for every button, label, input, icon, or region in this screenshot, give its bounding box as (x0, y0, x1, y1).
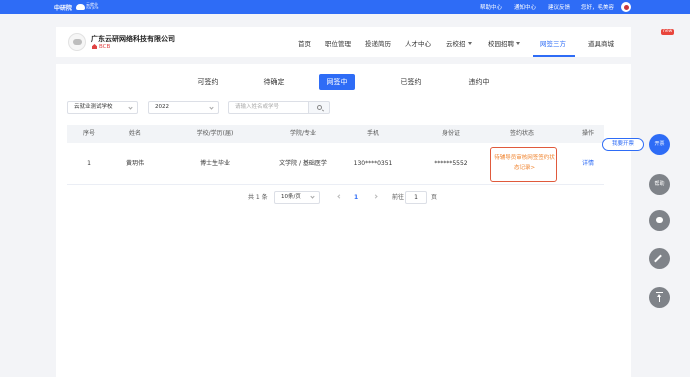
main-panel: 可签约 待确定 网签中 已签约 违约中 云就业测试学校 2022 请输入姓名或学… (56, 64, 631, 377)
cell-name: 黄玥伟 (125, 160, 144, 167)
chevron-down-icon (310, 194, 315, 199)
table-row: 1 黄玥伟 博士生毕业 文学院 / 基础医学 130****0351 *****… (67, 143, 604, 185)
detail-link[interactable]: 详情 (576, 143, 600, 185)
nav-home[interactable]: 首页 (298, 38, 311, 48)
new-badge: new (661, 29, 675, 35)
chevron-down-icon (516, 42, 520, 45)
cloud-icon (76, 4, 85, 10)
edit-fab-button[interactable] (649, 248, 670, 269)
company-tag-text: BCB (99, 44, 111, 50)
nav-received-resumes[interactable]: 投递简历 (365, 38, 391, 48)
chevron-down-icon (467, 42, 472, 45)
tab-pending[interactable]: 待确定 (259, 74, 289, 90)
total-count: 共 1 条 (248, 194, 268, 201)
nav-cloud-campus-label: 云校招 (446, 40, 466, 48)
col-phone: 手机 (366, 130, 379, 137)
tab-signed[interactable]: 已签约 (396, 74, 426, 90)
prev-page-icon[interactable] (337, 194, 342, 199)
arrow-up-icon (656, 292, 663, 303)
page-size-select[interactable]: 10条/页 (274, 191, 320, 204)
nav-props-store[interactable]: 道具商城 (588, 38, 614, 48)
company-tag: BCB (92, 44, 110, 50)
page-size-value: 10条/页 (281, 194, 301, 200)
top-bar: 中研院 云就业 YUN JIUYE 帮助中心 通知中心 建议反馈 您好，毛美容 (0, 0, 690, 14)
year-select-value: 2022 (155, 104, 169, 110)
avatar-icon (624, 5, 629, 10)
back-to-top-button[interactable] (649, 287, 670, 308)
nav-cloud-campus[interactable]: 云校招 (446, 38, 472, 48)
col-name: 姓名 (128, 130, 141, 137)
col-school: 学校/学历(届) (196, 130, 234, 137)
search-input[interactable]: 请输入姓名或学号 (228, 101, 309, 114)
sign-status-tabs: 可签约 待确定 网签中 已签约 违约中 (56, 74, 631, 90)
nav-active-underline (533, 55, 575, 57)
user-greeting[interactable]: 您好，毛美容 (581, 3, 614, 11)
tab-signing[interactable]: 网签中 (319, 74, 355, 90)
cell-school: 博士生毕业 (199, 160, 230, 167)
company-logo-icon (73, 39, 82, 45)
nav-talent-center[interactable]: 人才中心 (405, 38, 431, 48)
nav-job-management[interactable]: 职位管理 (325, 38, 351, 48)
cell-index: 1 (87, 160, 91, 167)
sign-status-link[interactable]: 待辅导员审核网签签约状态记录> (494, 153, 555, 173)
tab-breach[interactable]: 违约中 (464, 74, 494, 90)
search-icon (317, 105, 322, 110)
pagination: 共 1 条 10条/页 1 前往 1 页 (56, 191, 631, 204)
school-select-value: 云就业测试学校 (74, 104, 113, 110)
nav-campus-recruit[interactable]: 校园招聘 (488, 38, 520, 48)
chat-icon (656, 217, 663, 223)
help-center-link[interactable]: 帮助中心 (480, 3, 502, 11)
company-name: 广东云研网络科技有限公司 (91, 35, 175, 43)
nav-online-signing[interactable]: 网签三方 (540, 38, 566, 48)
col-major: 学院/专业 (289, 130, 317, 137)
cell-id-card: ******5552 (434, 160, 468, 167)
nav-campus-recruit-label: 校园招聘 (488, 40, 514, 48)
col-status: 签约状态 (509, 130, 534, 137)
chevron-down-icon (128, 105, 133, 110)
invoice-fab-button[interactable]: 开票 (649, 134, 670, 155)
goto-suffix: 页 (431, 194, 438, 201)
search-button[interactable] (308, 101, 330, 114)
tab-signable[interactable]: 可签约 (194, 74, 222, 90)
pencil-icon (654, 254, 662, 263)
company-logo (68, 33, 86, 51)
notification-center-link[interactable]: 通知中心 (514, 3, 536, 11)
cloud-logo-sub: YUN JIUYE (86, 7, 99, 10)
help-fab-button[interactable]: 帮助 (649, 174, 670, 195)
status-highlight: 待辅导员审核网签签约状态记录> (490, 147, 557, 182)
col-id-card: 身份证 (441, 130, 460, 137)
col-action: 操作 (581, 130, 594, 137)
feedback-link[interactable]: 建议反馈 (548, 3, 570, 11)
cell-major: 文学院 / 基础医学 (279, 160, 327, 167)
company-header: 广东云研网络科技有限公司 BCB 首页 职位管理 投递简历 人才中心 云校招 校… (56, 27, 675, 57)
col-index: 序号 (82, 130, 95, 137)
brand-logo[interactable]: 中研院 (54, 3, 72, 12)
table-header: 序号 姓名 学校/学历(届) 学院/专业 手机 身份证 签约状态 操作 (67, 125, 604, 143)
goto-label: 前往 (392, 194, 405, 201)
cell-phone: 130****0351 (353, 160, 393, 167)
home-icon (92, 44, 97, 49)
next-page-icon[interactable] (373, 194, 378, 199)
chat-fab-button[interactable] (649, 210, 670, 231)
cloud-logo[interactable]: 云就业 YUN JIUYE (76, 2, 98, 11)
current-page[interactable]: 1 (354, 191, 358, 204)
year-select[interactable]: 2022 (148, 101, 219, 114)
school-select[interactable]: 云就业测试学校 (67, 101, 138, 114)
invoice-pill-button[interactable]: 我要开票 (602, 138, 644, 151)
chevron-down-icon (209, 105, 214, 110)
goto-page-input[interactable]: 1 (405, 191, 427, 204)
avatar[interactable] (621, 2, 631, 12)
